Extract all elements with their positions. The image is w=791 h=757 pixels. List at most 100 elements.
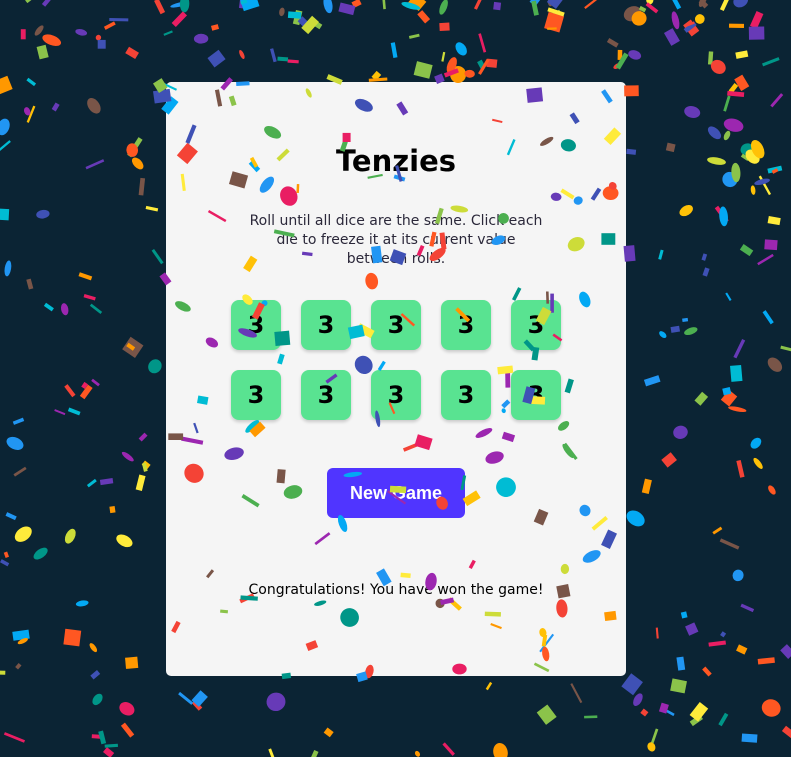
confetti-piece — [104, 743, 118, 748]
confetti-piece — [617, 49, 623, 60]
die[interactable]: 3 — [301, 370, 351, 420]
confetti-piece — [17, 638, 28, 645]
confetti-piece — [707, 126, 722, 140]
die[interactable]: 3 — [441, 370, 491, 420]
confetti-piece — [546, 0, 564, 9]
confetti-piece — [646, 0, 654, 5]
die[interactable]: 3 — [371, 300, 421, 350]
confetti-piece — [413, 61, 433, 79]
confetti-piece — [757, 253, 774, 266]
confetti-piece — [733, 0, 749, 8]
confetti-piece — [12, 417, 25, 425]
confetti-piece — [694, 391, 709, 406]
confetti-piece — [665, 709, 675, 717]
confetti-piece — [414, 750, 421, 757]
confetti-piece — [23, 107, 31, 116]
confetti-piece — [723, 130, 731, 141]
confetti-piece — [722, 171, 738, 188]
confetti-piece — [649, 728, 659, 747]
confetti-piece — [750, 140, 765, 159]
new-game-button[interactable]: New Game — [327, 468, 465, 518]
confetti-piece — [408, 33, 420, 39]
confetti-piece — [708, 640, 726, 647]
confetti-piece — [718, 712, 729, 727]
confetti-piece — [606, 37, 619, 48]
die[interactable]: 3 — [231, 300, 281, 350]
confetti-piece — [735, 50, 749, 59]
confetti-piece — [78, 272, 93, 281]
confetti-piece — [0, 559, 10, 567]
confetti-piece — [682, 317, 689, 322]
confetti-piece — [694, 14, 705, 24]
confetti-piece — [163, 30, 173, 36]
confetti-piece — [42, 34, 62, 46]
die[interactable]: 3 — [511, 370, 561, 420]
die[interactable]: 3 — [301, 300, 351, 350]
confetti-piece — [154, 0, 166, 15]
confetti-piece — [119, 702, 135, 716]
die[interactable]: 3 — [511, 300, 561, 350]
confetti-piece — [138, 432, 148, 442]
confetti-piece — [748, 26, 765, 40]
confetti-piece — [771, 168, 779, 174]
confetti-piece — [14, 526, 32, 542]
confetti-piece — [767, 165, 783, 174]
confetti-piece — [626, 510, 645, 527]
confetti-piece — [723, 95, 731, 112]
confetti-piece — [689, 714, 703, 727]
confetti-piece — [720, 389, 738, 407]
confetti-piece — [90, 670, 101, 680]
confetti-piece — [719, 206, 728, 227]
confetti-piece — [493, 742, 508, 757]
confetti-piece — [43, 302, 54, 312]
confetti-piece — [13, 466, 27, 477]
confetti-piece — [707, 157, 726, 165]
confetti-piece — [478, 58, 490, 75]
confetti-piece — [439, 22, 450, 32]
confetti-piece — [297, 16, 308, 27]
confetti-piece — [193, 33, 209, 44]
confetti-piece — [86, 478, 97, 488]
confetti-piece — [148, 359, 162, 374]
confetti-piece — [689, 701, 709, 722]
confetti-piece — [698, 0, 708, 8]
confetti-piece — [25, 0, 32, 4]
confetti-piece — [749, 10, 764, 29]
confetti-piece — [655, 627, 659, 639]
confetti-piece — [473, 0, 485, 10]
confetti-piece — [446, 57, 457, 74]
confetti-piece — [731, 162, 741, 183]
confetti-piece — [547, 27, 557, 30]
confetti-piece — [67, 407, 81, 416]
confetti-piece — [753, 457, 763, 469]
confetti-piece — [732, 569, 744, 582]
confetti-piece — [371, 70, 382, 81]
confetti-piece — [171, 11, 188, 27]
die[interactable]: 3 — [371, 370, 421, 420]
confetti-piece — [633, 693, 643, 707]
confetti-piece — [41, 0, 51, 7]
confetti-piece — [103, 21, 116, 30]
confetti-piece — [683, 21, 695, 28]
confetti-piece — [547, 0, 553, 7]
confetti-piece — [621, 673, 643, 696]
confetti-piece — [702, 267, 710, 277]
confetti-piece — [739, 244, 754, 257]
confetti-piece — [126, 143, 139, 157]
confetti-piece — [613, 62, 622, 69]
confetti-piece — [684, 327, 698, 336]
confetti-piece — [34, 25, 44, 36]
confetti-piece — [770, 93, 784, 108]
die[interactable]: 3 — [231, 370, 281, 420]
confetti-piece — [450, 66, 467, 83]
confetti-piece — [477, 59, 486, 70]
confetti-piece — [719, 0, 730, 11]
confetti-piece — [287, 11, 302, 19]
confetti-piece — [531, 0, 539, 16]
confetti-piece — [12, 629, 30, 641]
confetti-piece — [125, 46, 139, 60]
confetti-piece — [623, 6, 642, 22]
die[interactable]: 3 — [441, 300, 491, 350]
confetti-piece — [26, 77, 37, 87]
confetti-piece — [240, 0, 248, 5]
